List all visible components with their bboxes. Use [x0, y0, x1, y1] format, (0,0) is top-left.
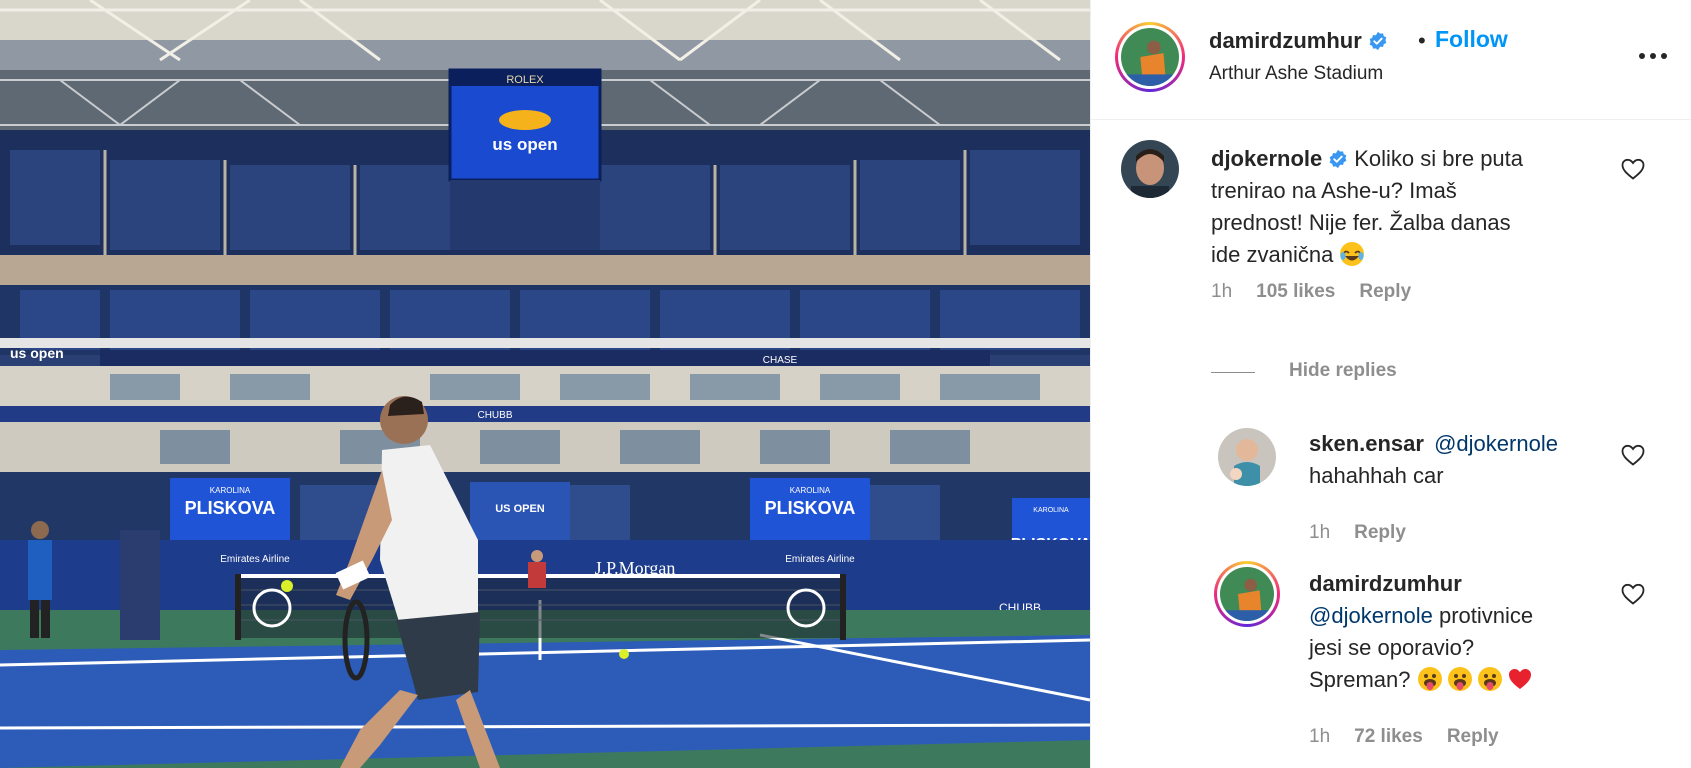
tongue-face-emoji-icon: [1417, 666, 1443, 692]
reply-time[interactable]: 1h: [1309, 522, 1330, 543]
banner-left-name: PLISKOVA: [185, 498, 276, 518]
like-heart-icon[interactable]: [1621, 583, 1645, 605]
reply-likes[interactable]: 72 likes: [1354, 726, 1423, 747]
reply-item: damirdzumhur @djokernole protivnice jesi…: [1091, 555, 1691, 768]
reply-reply-button[interactable]: Reply: [1354, 522, 1406, 543]
reply-reply-button[interactable]: Reply: [1447, 726, 1499, 747]
sponsor-emirates-left: Emirates Airline: [220, 554, 290, 565]
reply-mention-link[interactable]: @djokernole: [1309, 603, 1433, 628]
banner-left-small: KAROLINA: [210, 486, 251, 495]
sign-usopen-text: US OPEN: [495, 503, 545, 515]
reply-line-1: protivnice: [1438, 603, 1534, 628]
post-location[interactable]: Arthur Ashe Stadium: [1209, 63, 1383, 85]
hide-replies-label[interactable]: Hide replies: [1289, 360, 1397, 382]
comment-line-3: prednost! Nije fer. Žalba danas: [1211, 210, 1511, 235]
story-ring-avatar[interactable]: [1214, 561, 1280, 627]
story-ring-avatar[interactable]: [1115, 22, 1185, 92]
comment-text: djokernole Koliko si bre puta trenirao na…: [1211, 143, 1631, 271]
sponsor-chubb-band-text: CHUBB: [477, 410, 512, 421]
separator-dot: •: [1418, 28, 1426, 53]
comment-line-4: ide zvanična: [1211, 242, 1334, 267]
reply-item: sken.ensar @djokernole hahahhah car 1h Re…: [1091, 400, 1691, 550]
reply-mention-link[interactable]: @djokernole: [1434, 431, 1558, 456]
post-side-panel: damirdzumhur • Follow Arthur Ashe Stadiu…: [1090, 0, 1691, 768]
reply-username[interactable]: sken.ensar: [1309, 431, 1424, 456]
reply-meta: 1h 72 likes Reply: [1309, 726, 1523, 748]
like-heart-icon[interactable]: [1621, 444, 1645, 466]
tongue-face-emoji-icon: [1447, 666, 1473, 692]
comment-line-2: trenirao na Ashe-u? Imaš: [1211, 178, 1457, 203]
avatar-damirdzumhur: [1121, 28, 1179, 86]
comment-meta: 1h 105 likes Reply: [1211, 281, 1435, 303]
banner-right-small: KAROLINA: [1033, 507, 1069, 514]
avatar-djokernole-image: [1121, 140, 1179, 198]
post-header: damirdzumhur • Follow Arthur Ashe Stadiu…: [1091, 0, 1691, 120]
follow-button[interactable]: Follow: [1435, 26, 1508, 53]
verified-badge-icon: [1328, 149, 1348, 169]
comment-likes[interactable]: 105 likes: [1256, 281, 1335, 302]
more-options-icon[interactable]: [1636, 42, 1676, 70]
post-username[interactable]: damirdzumhur: [1209, 28, 1388, 54]
sponsor-chase-text: CHASE: [763, 355, 798, 366]
banner-mid-small: KAROLINA: [790, 486, 831, 495]
comment-line-1: Koliko si bre puta: [1354, 146, 1524, 171]
reply-line-2: jesi se oporavio?: [1309, 635, 1475, 660]
reply-body: hahahhah car: [1309, 463, 1444, 488]
comment-username[interactable]: djokernole: [1211, 146, 1322, 171]
post-username-text[interactable]: damirdzumhur: [1209, 28, 1362, 53]
banner-mid-name: PLISKOVA: [765, 498, 856, 518]
red-heart-emoji-icon: [1507, 666, 1533, 692]
reply-meta: 1h Reply: [1309, 522, 1430, 544]
like-heart-icon[interactable]: [1621, 158, 1645, 180]
post-photo[interactable]: ROLEX us open us open CHASE CHUBB KAROLI…: [0, 0, 1090, 768]
reply-text: sken.ensar @djokernole hahahhah car: [1309, 428, 1639, 492]
reply-text: damirdzumhur @djokernole protivnice jesi…: [1309, 568, 1639, 696]
comment-reply-button[interactable]: Reply: [1359, 281, 1411, 302]
sponsor-emirates-right: Emirates Airline: [785, 554, 855, 565]
comment-time[interactable]: 1h: [1211, 281, 1232, 302]
avatar-djokernole[interactable]: [1121, 140, 1179, 198]
verified-badge-icon: [1368, 31, 1388, 51]
avatar-sken-ensar[interactable]: [1218, 428, 1276, 486]
scoreboard-logo-text: us open: [492, 135, 557, 154]
hide-replies-line: [1211, 372, 1255, 373]
tears-of-joy-emoji-icon: [1339, 241, 1365, 267]
reply-username[interactable]: damirdzumhur: [1309, 571, 1462, 596]
avatar-sken-ensar-image: [1218, 428, 1276, 486]
scoreboard-brand-text: ROLEX: [506, 74, 544, 86]
reply-time[interactable]: 1h: [1309, 726, 1330, 747]
tennis-stadium-photo: ROLEX us open us open CHASE CHUBB KAROLI…: [0, 0, 1090, 768]
comment-item: djokernole Koliko si bre puta trenirao na…: [1091, 121, 1691, 351]
avatar-damirdzumhur-reply: [1220, 567, 1274, 621]
brand-usopen-text: us open: [10, 345, 64, 361]
reply-line-3: Spreman?: [1309, 667, 1411, 692]
tongue-face-emoji-icon: [1477, 666, 1503, 692]
